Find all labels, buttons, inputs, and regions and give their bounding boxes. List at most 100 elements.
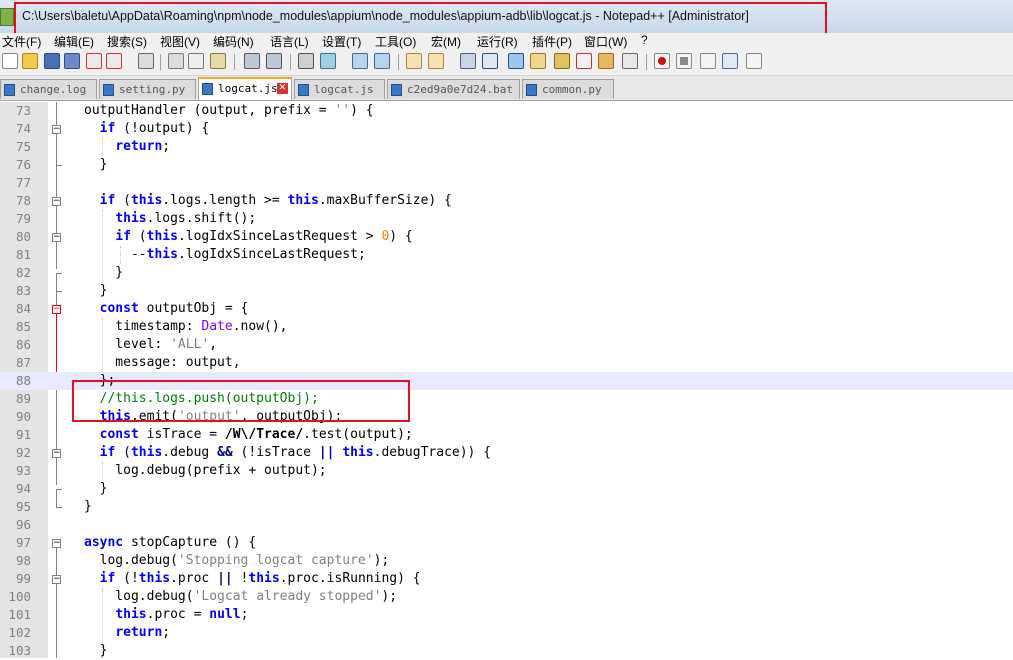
replace-icon[interactable]: [320, 53, 336, 69]
code-line[interactable]: 85 timestamp: Date.now(),: [0, 318, 1013, 336]
word-wrap-icon[interactable]: [460, 53, 476, 69]
toolbar: [0, 49, 1013, 76]
tab-close-icon[interactable]: ✕: [277, 83, 288, 94]
menu-macro[interactable]: 宏(M): [431, 33, 461, 50]
code-line[interactable]: 77: [0, 174, 1013, 192]
menu-language[interactable]: 语言(L): [270, 33, 309, 50]
menu-run[interactable]: 运行(R): [477, 33, 518, 50]
code-line[interactable]: 97 async stopCapture () {: [0, 534, 1013, 552]
line-code: }: [84, 283, 108, 298]
zoom-out-icon[interactable]: [374, 53, 390, 69]
tab-common-py[interactable]: common.py: [522, 79, 614, 99]
code-line[interactable]: 74 if (!output) {: [0, 120, 1013, 138]
save-macro-icon[interactable]: [746, 53, 762, 69]
redo-icon[interactable]: [266, 53, 282, 69]
code-line[interactable]: 99 if (!this.proc || !this.proc.isRunnin…: [0, 570, 1013, 588]
user-language-icon[interactable]: [530, 53, 546, 69]
code-line[interactable]: 103 }: [0, 642, 1013, 660]
code-line[interactable]: 78 if (this.logs.length >= this.maxBuffe…: [0, 192, 1013, 210]
code-line[interactable]: 102 return;: [0, 624, 1013, 642]
menu-settings[interactable]: 设置(T): [322, 33, 361, 50]
code-line[interactable]: 79 this.logs.shift();: [0, 210, 1013, 228]
code-line[interactable]: 86 level: 'ALL',: [0, 336, 1013, 354]
sync-horizontal-icon[interactable]: [428, 53, 444, 69]
code-line[interactable]: 101 this.proc = null;: [0, 606, 1013, 624]
code-line[interactable]: 94 }: [0, 480, 1013, 498]
doc-map-icon[interactable]: [554, 53, 570, 69]
monitoring-icon[interactable]: [622, 53, 638, 69]
code-line[interactable]: 93 log.debug(prefix + output);: [0, 462, 1013, 480]
code-line[interactable]: 95 }: [0, 498, 1013, 516]
file-icon: [526, 84, 537, 96]
line-code: }: [84, 499, 92, 514]
sync-vertical-icon[interactable]: [406, 53, 422, 69]
code-line[interactable]: 83 }: [0, 282, 1013, 300]
copy-icon[interactable]: [188, 53, 204, 69]
line-code: if (!this.proc || !this.proc.isRunning) …: [99, 571, 421, 586]
print-icon[interactable]: [138, 53, 154, 69]
line-number: 95: [15, 499, 31, 514]
code-line[interactable]: 82 }: [0, 264, 1013, 282]
menu-window[interactable]: 窗口(W): [584, 33, 627, 50]
record-macro-icon[interactable]: [654, 53, 670, 69]
menu-bar: 文件(F) 编辑(E) 搜索(S) 视图(V) 编码(N) 语言(L) 设置(T…: [0, 33, 1013, 49]
play-macro-icon[interactable]: [700, 53, 716, 69]
tab-setting-py[interactable]: setting.py: [99, 79, 196, 99]
code-line[interactable]: 91 const isTrace = /W\/Trace/.test(outpu…: [0, 426, 1013, 444]
line-code: timestamp: Date.now(),: [84, 319, 288, 334]
code-line[interactable]: 92 if (this.debug && (!isTrace || this.d…: [0, 444, 1013, 462]
tab-change-log[interactable]: change.log: [0, 79, 97, 99]
function-list-icon[interactable]: [576, 53, 592, 69]
open-file-icon[interactable]: [22, 53, 38, 69]
code-line[interactable]: 81 --this.logIdxSinceLastRequest;: [0, 246, 1013, 264]
line-code: }: [84, 265, 124, 280]
code-line[interactable]: 96: [0, 516, 1013, 534]
new-file-icon[interactable]: [2, 53, 18, 69]
code-line[interactable]: 87 message: output,: [0, 354, 1013, 372]
line-code: if (this.debug && (!isTrace || this.debu…: [99, 445, 492, 460]
code-line[interactable]: 100 log.debug('Logcat already stopped');: [0, 588, 1013, 606]
paste-icon[interactable]: [210, 53, 226, 69]
close-icon[interactable]: [86, 53, 102, 69]
menu-tools[interactable]: 工具(O): [375, 33, 416, 50]
menu-view[interactable]: 视图(V): [160, 33, 200, 50]
code-line[interactable]: 84 const outputObj = {: [0, 300, 1013, 318]
menu-help[interactable]: ?: [641, 33, 648, 47]
file-icon: [103, 84, 114, 96]
tab-logcat-js[interactable]: logcat.js: [294, 79, 385, 99]
indent-guide-icon[interactable]: [508, 53, 524, 69]
line-number: 103: [8, 643, 31, 658]
menu-edit[interactable]: 编辑(E): [54, 33, 94, 50]
file-icon: [202, 83, 213, 95]
folder-workspace-icon[interactable]: [598, 53, 614, 69]
toolbar-separator: [234, 54, 235, 70]
cut-icon[interactable]: [168, 53, 184, 69]
title-annotation-box: [14, 2, 827, 36]
line-number: 83: [15, 283, 31, 298]
code-line[interactable]: 80 if (this.logIdxSinceLastRequest > 0) …: [0, 228, 1013, 246]
code-line[interactable]: 98 log.debug('Stopping logcat capture');: [0, 552, 1013, 570]
find-icon[interactable]: [298, 53, 314, 69]
line-code: log.debug(prefix + output);: [84, 463, 327, 478]
menu-file[interactable]: 文件(F): [2, 33, 41, 50]
line-number: 91: [15, 427, 31, 442]
code-line[interactable]: 73 outputHandler (output, prefix = '') {: [0, 102, 1013, 120]
line-number: 101: [8, 607, 31, 622]
save-icon[interactable]: [44, 53, 60, 69]
menu-encoding[interactable]: 编码(N): [213, 33, 254, 50]
run-macro-multiple-icon[interactable]: [722, 53, 738, 69]
stop-record-icon[interactable]: [676, 53, 692, 69]
zoom-in-icon[interactable]: [352, 53, 368, 69]
tab-logcat-js-active[interactable]: logcat.js ✕: [198, 77, 292, 100]
line-code: const outputObj = {: [99, 301, 249, 316]
save-all-icon[interactable]: [64, 53, 80, 69]
close-all-icon[interactable]: [106, 53, 122, 69]
code-line[interactable]: 76 }: [0, 156, 1013, 174]
line-code: --this.logIdxSinceLastRequest;: [84, 247, 366, 262]
menu-search[interactable]: 搜索(S): [107, 33, 147, 50]
tab-bat-file[interactable]: c2ed9a0e7d24.bat: [387, 79, 520, 99]
code-line[interactable]: 75 return;: [0, 138, 1013, 156]
menu-plugins[interactable]: 插件(P): [532, 33, 572, 50]
show-all-chars-icon[interactable]: [482, 53, 498, 69]
undo-icon[interactable]: [244, 53, 260, 69]
